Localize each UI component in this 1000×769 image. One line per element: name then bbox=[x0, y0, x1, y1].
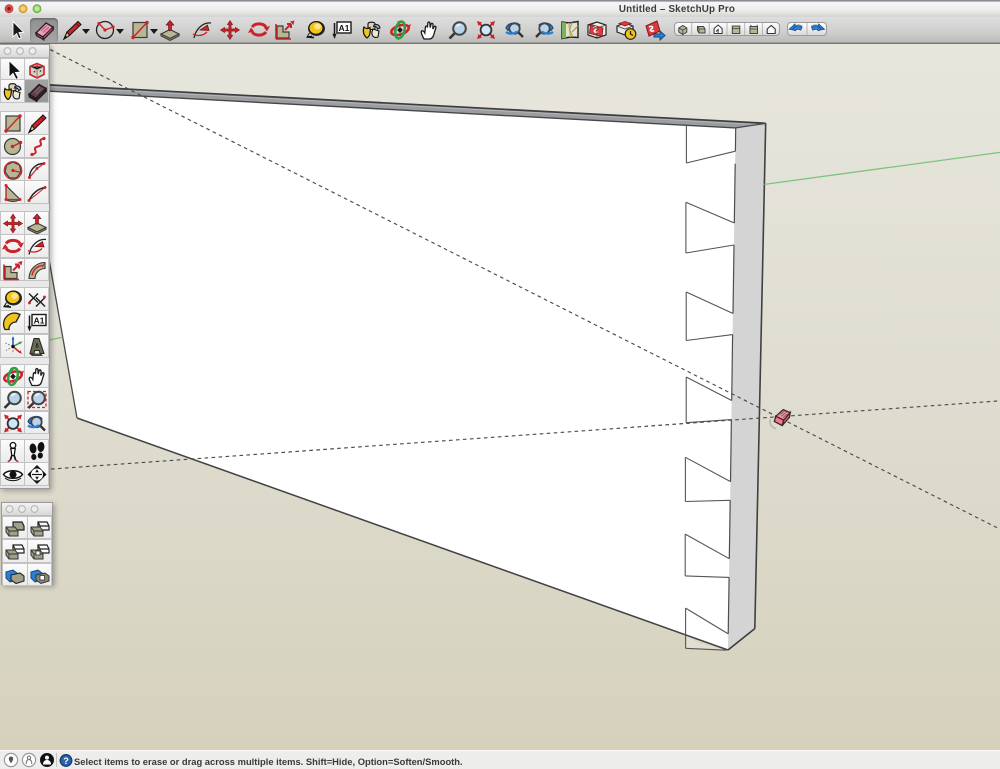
svg-text:A1: A1 bbox=[339, 23, 350, 33]
svg-text:A1: A1 bbox=[34, 315, 45, 325]
svg-text:?: ? bbox=[63, 756, 69, 766]
